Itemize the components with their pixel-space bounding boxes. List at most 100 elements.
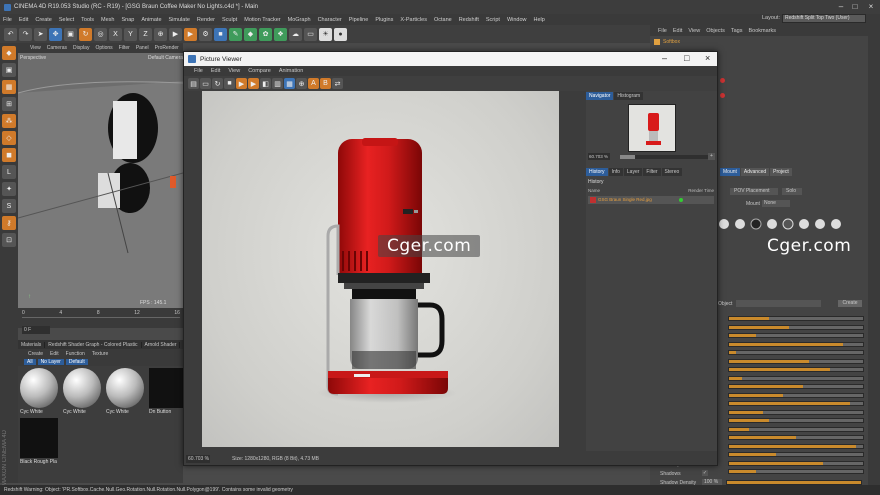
sidebar-tab[interactable]: History (586, 168, 608, 176)
menu-item[interactable]: Script (486, 17, 500, 23)
mount-select[interactable]: None (762, 200, 790, 207)
zoom-icon[interactable]: ⊕ (296, 78, 307, 89)
navigator-zoom-field[interactable]: 60.703 % (588, 153, 610, 160)
menu-item[interactable]: Mesh (101, 17, 114, 23)
pov-placement-button[interactable]: POV Placement (730, 188, 778, 195)
viewport-menu-item[interactable]: ProRender (155, 45, 179, 51)
object-menu-item[interactable]: Edit (673, 28, 682, 34)
polygons-mode-icon[interactable]: ◼ (2, 148, 16, 162)
coord-system-icon[interactable]: ⊕ (154, 27, 167, 41)
object-name[interactable]: Softbox (663, 39, 680, 45)
menu-item[interactable]: Snap (121, 17, 134, 23)
viewport-menu-item[interactable]: Cameras (47, 45, 67, 51)
sidebar-tab[interactable]: Stereo (661, 168, 683, 176)
navigator-tab[interactable]: Navigator (586, 92, 614, 100)
light-shape-icons[interactable] (718, 216, 858, 232)
attribute-slider[interactable] (728, 333, 864, 338)
history-item[interactable]: GSG Braun Single Red.jpg (588, 196, 714, 204)
attribute-slider[interactable] (728, 460, 864, 466)
material-swatch[interactable]: Black Rough Pla (20, 418, 58, 466)
solo-button[interactable]: Solo (782, 188, 802, 195)
menu-item[interactable]: Tools (81, 17, 94, 23)
pv-menu-item[interactable]: Animation (279, 68, 303, 74)
menu-item[interactable]: Animate (141, 17, 161, 23)
axis-mode-icon[interactable]: L (2, 165, 16, 179)
pv-menu-item[interactable]: Edit (211, 68, 220, 74)
menu-item[interactable]: Simulate (169, 17, 190, 23)
menu-item[interactable]: X-Particles (400, 17, 427, 23)
minimize-icon[interactable]: – (836, 2, 846, 11)
deformer-icon[interactable]: ❖ (274, 27, 287, 41)
render-settings-icon[interactable]: ⚙ (199, 27, 212, 41)
pv-menu-item[interactable]: Compare (248, 68, 271, 74)
attribute-slider[interactable] (728, 409, 864, 415)
channel-icon[interactable]: ▥ (272, 78, 283, 89)
render-icon[interactable]: ▶ (236, 78, 247, 89)
menu-item[interactable]: Select (59, 17, 74, 23)
b-icon[interactable]: B (320, 78, 331, 89)
material-filter-button[interactable]: All (24, 359, 36, 365)
menu-item[interactable]: Motion Tracker (244, 17, 280, 23)
attribute-slider[interactable] (728, 358, 864, 364)
attribute-slider[interactable] (728, 435, 864, 440)
sidebar-tab[interactable]: Filter (643, 168, 661, 176)
menu-item[interactable]: Pipeline (349, 17, 369, 23)
menu-item[interactable]: Help (534, 17, 545, 23)
shadows-checkbox[interactable]: ✓ (702, 470, 708, 476)
edges-mode-icon[interactable]: ◇ (2, 131, 16, 145)
stop-icon[interactable]: ■ (224, 78, 235, 89)
material-menu-item[interactable]: Texture (92, 351, 108, 357)
frame-field[interactable]: 0 F (22, 326, 50, 334)
material-menu-item[interactable]: Function (66, 351, 85, 357)
object-menu-item[interactable]: File (658, 28, 667, 34)
render-pv-icon[interactable]: ▶ (184, 27, 197, 41)
attribute-slider[interactable] (728, 443, 864, 449)
scale-icon[interactable]: ▣ (64, 27, 77, 41)
save-icon[interactable]: ▭ (200, 78, 211, 89)
attribute-slider[interactable] (728, 341, 864, 347)
environment-icon[interactable]: ☁ (289, 27, 302, 41)
material-swatch[interactable]: Cyc White (63, 368, 101, 416)
viewport-menu-item[interactable]: View (30, 45, 41, 51)
object-menu-item[interactable]: Tags (731, 28, 743, 34)
snap-icon[interactable]: S (2, 199, 16, 213)
light-icon[interactable]: ☀ (319, 27, 332, 41)
viewport-menu-item[interactable]: Options (95, 45, 112, 51)
attribute-slider[interactable] (728, 324, 864, 330)
material-menu-item[interactable]: Create (28, 351, 43, 357)
camera-icon[interactable]: ▭ (304, 27, 317, 41)
attribute-slider[interactable] (728, 426, 864, 432)
menu-item[interactable]: MoGraph (288, 17, 311, 23)
attribute-slider[interactable] (728, 316, 864, 321)
viewport-menu-item[interactable]: Filter (119, 45, 130, 51)
material-tab[interactable]: Redshift Shader Graph - Colored Plastic (45, 341, 142, 348)
attribute-slider[interactable] (728, 392, 864, 398)
attribute-slider[interactable] (728, 367, 864, 372)
menu-item[interactable]: Sculpt (222, 17, 237, 23)
3d-viewport[interactable]: ↑ (18, 53, 183, 308)
attribute-slider[interactable] (728, 418, 864, 423)
open-icon[interactable]: ▤ (188, 78, 199, 89)
cube-icon[interactable]: ■ (214, 27, 227, 41)
render-view-icon[interactable]: ▶ (169, 27, 182, 41)
menu-item[interactable]: Redshift (459, 17, 479, 23)
pen-icon[interactable]: ✎ (229, 27, 242, 41)
attribute-slider[interactable] (728, 452, 864, 457)
close-icon[interactable]: × (866, 2, 876, 11)
object-menu-item[interactable]: View (688, 28, 700, 34)
viewport-menu-item[interactable]: Display (73, 45, 89, 51)
attr-tab[interactable]: Mount (720, 168, 740, 176)
object-menu-item[interactable]: Objects (706, 28, 725, 34)
navigator-zoom-slider[interactable] (620, 155, 710, 159)
menu-item[interactable]: Octane (434, 17, 452, 23)
attribute-slider[interactable] (728, 469, 864, 474)
a-icon[interactable]: A (308, 78, 319, 89)
redshift-icon[interactable]: ● (334, 27, 347, 41)
material-swatch[interactable]: Dn Button (149, 368, 187, 416)
points-mode-icon[interactable]: ⁂ (2, 114, 16, 128)
tweak-icon[interactable]: ✦ (2, 182, 16, 196)
menu-item[interactable]: Plugins (375, 17, 393, 23)
navigator-thumbnail[interactable] (628, 104, 676, 152)
x-axis-icon[interactable]: X (109, 27, 122, 41)
render-region-icon[interactable]: ▶ (248, 78, 259, 89)
